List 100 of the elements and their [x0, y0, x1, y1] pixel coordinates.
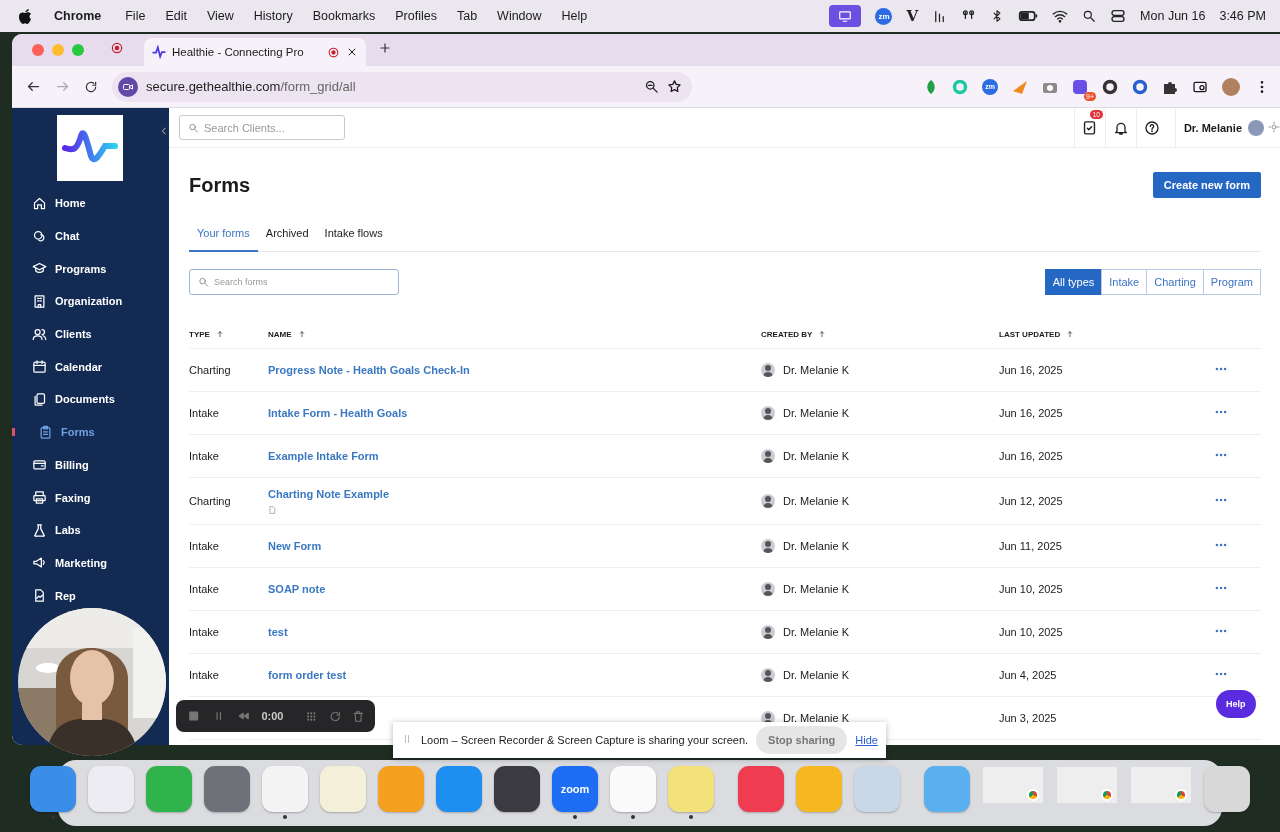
- window-thumbnail[interactable]: [1130, 766, 1192, 804]
- hide-link[interactable]: Hide: [855, 734, 878, 746]
- stop-sharing-button[interactable]: Stop sharing: [756, 726, 848, 754]
- zoom-app-icon[interactable]: zoom: [552, 766, 598, 812]
- app-icon[interactable]: [1204, 766, 1250, 812]
- menu-item[interactable]: View: [206, 9, 234, 23]
- ring-icon[interactable]: [1102, 78, 1118, 95]
- leaf-icon[interactable]: [924, 78, 938, 95]
- sort-arrow-icon[interactable]: [1066, 330, 1075, 338]
- sidebar-item[interactable]: Billing: [12, 454, 95, 475]
- sidebar-item[interactable]: Rep: [12, 585, 82, 606]
- column-header[interactable]: CREATED BY: [761, 329, 813, 339]
- create-form-button[interactable]: Create new form: [1152, 172, 1261, 198]
- sidebar-item[interactable]: Programs: [12, 258, 113, 279]
- toggles-icon[interactable]: [1110, 8, 1127, 24]
- sort-arrow-icon[interactable]: [297, 330, 306, 338]
- star-icon[interactable]: [667, 79, 682, 94]
- page-tab[interactable]: Archived: [257, 216, 317, 252]
- address-bar[interactable]: secure.gethealthie.com/form_grid/all: [112, 71, 692, 102]
- status-letter-icon[interactable]: V: [906, 7, 919, 25]
- grid-dots-icon[interactable]: [305, 709, 318, 723]
- arrow-icon[interactable]: [1012, 78, 1028, 95]
- plus-icon[interactable]: [378, 41, 392, 55]
- window-thumbnail[interactable]: [1056, 766, 1118, 804]
- menu-bar-date[interactable]: Mon Jun 16: [1140, 9, 1206, 23]
- form-name-link[interactable]: Progress Note - Health Goals Check-In: [268, 364, 761, 376]
- sidebar-item[interactable]: Chat: [12, 226, 86, 247]
- app-icon[interactable]: [1072, 78, 1088, 95]
- record-icon[interactable]: [110, 41, 124, 55]
- menu-item[interactable]: Window: [497, 9, 542, 23]
- search-icon[interactable]: [1082, 9, 1097, 23]
- back-icon[interactable]: [26, 79, 41, 94]
- screen-mirroring-icon[interactable]: [829, 5, 862, 27]
- menu-item[interactable]: Help: [561, 9, 588, 23]
- menu-item[interactable]: Profiles: [395, 9, 437, 23]
- recording-timer: 0:00: [261, 710, 284, 722]
- app-menu[interactable]: Chrome: [54, 9, 102, 23]
- sidebar-item[interactable]: Clients: [12, 324, 98, 345]
- zoom-icon[interactable]: [644, 79, 659, 94]
- form-name-link[interactable]: New Form: [268, 540, 761, 552]
- page-tab[interactable]: Intake flows: [316, 216, 391, 252]
- reload-icon[interactable]: [84, 79, 98, 94]
- display-icon: [838, 9, 853, 23]
- apple-icon[interactable]: [18, 8, 32, 24]
- menu-item[interactable]: Tab: [456, 9, 478, 23]
- menu-item[interactable]: History: [253, 9, 293, 23]
- sidebar-item[interactable]: Marketing: [12, 552, 113, 573]
- app-icon[interactable]: [204, 766, 250, 812]
- sidebar-item[interactable]: Home: [12, 193, 92, 214]
- user-name[interactable]: Dr. Melanie: [1174, 107, 1242, 148]
- type-filter-button[interactable]: Charting: [1146, 269, 1204, 295]
- sort-arrow-icon[interactable]: [818, 330, 827, 338]
- app-icon[interactable]: [30, 766, 76, 812]
- menu-bar-time[interactable]: 3:46 PM: [1219, 9, 1266, 23]
- form-name-link[interactable]: SOAP note: [268, 583, 761, 595]
- type-cell: Charting: [189, 495, 231, 507]
- type-filter-button[interactable]: Program: [1202, 269, 1261, 295]
- sidebar-item[interactable]: Documents: [12, 389, 121, 410]
- ring-icon[interactable]: [1132, 78, 1148, 95]
- menu-item[interactable]: Edit: [165, 9, 187, 23]
- client-search-field[interactable]: Search Clients...: [179, 115, 345, 140]
- type-cell: Charting: [189, 364, 231, 376]
- user-avatar[interactable]: [1248, 119, 1264, 136]
- restart-icon[interactable]: [328, 709, 342, 723]
- column-header[interactable]: TYPE: [189, 329, 210, 339]
- sidebar-item[interactable]: Forms: [12, 422, 101, 443]
- form-name-link[interactable]: Charting Note Example: [268, 487, 761, 500]
- forward-icon[interactable]: [55, 79, 70, 94]
- help-icon[interactable]: [1143, 119, 1160, 136]
- sidebar-item[interactable]: Organization: [12, 291, 129, 312]
- form-name-link[interactable]: Intake Form - Health Goals: [268, 407, 761, 419]
- trash-icon[interactable]: [352, 709, 365, 723]
- browser-tab[interactable]: Healthie - Connecting Pro: [144, 38, 366, 66]
- sort-arrow-icon[interactable]: [215, 330, 224, 338]
- sidebar-item[interactable]: Labs: [12, 520, 87, 541]
- form-name-link[interactable]: form order test: [268, 669, 761, 681]
- column-header[interactable]: NAME: [268, 329, 292, 339]
- window-thumbnail[interactable]: [982, 766, 1044, 804]
- form-name-link[interactable]: Example Intake Form: [268, 450, 761, 462]
- app-icon[interactable]: [494, 766, 540, 812]
- status-badge-icon[interactable]: zm: [875, 7, 893, 25]
- wallet-icon: [32, 457, 47, 473]
- form-name-link[interactable]: test: [268, 626, 761, 638]
- type-filter-button[interactable]: All types: [1044, 269, 1103, 295]
- profile-avatar[interactable]: [1222, 77, 1240, 96]
- close-window-button[interactable]: [32, 44, 44, 56]
- page-tab[interactable]: Your forms: [189, 216, 258, 252]
- wifi-icon[interactable]: [1052, 8, 1069, 24]
- menu-item[interactable]: File: [125, 9, 146, 23]
- menu-item[interactable]: Bookmarks: [312, 9, 376, 23]
- document-icon[interactable]: [268, 504, 277, 515]
- collapse-chevron-icon[interactable]: [159, 126, 169, 136]
- type-filter-button[interactable]: Intake: [1101, 269, 1148, 295]
- column-header[interactable]: LAST UPDATED: [999, 329, 1061, 339]
- form-search-field[interactable]: Search forms: [189, 269, 399, 295]
- creator-cell: Dr. Melanie K: [783, 450, 850, 462]
- sidebar-item[interactable]: Faxing: [12, 487, 97, 508]
- settings-icon[interactable]: [1268, 120, 1280, 133]
- sidebar-item[interactable]: Calendar: [12, 356, 109, 377]
- close-icon[interactable]: [346, 46, 358, 58]
